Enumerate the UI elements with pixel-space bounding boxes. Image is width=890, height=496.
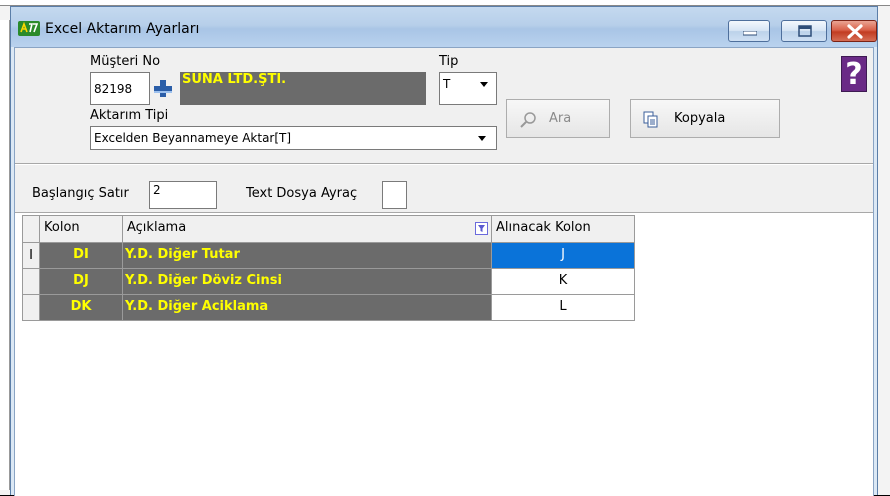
type-label: Tip [439,54,459,69]
maximize-icon [798,25,812,37]
company-name-field: SUNA LTD.ŞTI. [180,72,426,105]
row-1-aciklama[interactable]: Y.D. Diğer Tutar [123,243,492,269]
chevron-down-icon [480,82,488,87]
copy-icon [643,111,658,128]
options-panel: Başlangıç Satır 2 Text Dosya Ayraç [15,165,873,213]
column-mapping-grid: Kolon Açıklama Alınacak Kolon I DI Y.D. … [22,215,635,327]
row-indicator-2 [22,269,40,295]
customer-no-label: Müşteri No [90,54,161,69]
transfer-type-value: Excelden Beyannameye Aktar[T] [94,131,292,145]
transfer-type-select[interactable]: Excelden Beyannameye Aktar[T] [90,126,497,150]
row-3-alinacak-kolon[interactable]: L [492,295,635,321]
row-2-alinacak-kolon[interactable]: K [492,269,635,295]
search-button-label: Ara [549,111,572,126]
app-logo-icon [18,20,40,37]
lookup-icon [154,80,172,97]
help-icon[interactable]: ? [841,56,867,92]
row-1-alinacak-kolon[interactable]: J [492,243,635,269]
chevron-down-icon [478,136,486,141]
grid-corner [22,215,40,243]
dialog-client-area: Müşteri No 82198 SUNA LTD.ŞTI. Tip T Akt… [14,47,874,496]
minimize-icon [743,31,757,36]
row-2-aciklama[interactable]: Y.D. Diğer Döviz Cinsi [123,269,492,295]
copy-button-label: Kopyala [674,111,726,126]
title-bar[interactable]: Excel Aktarım Ayarları [11,7,877,47]
maximize-button[interactable] [781,20,827,42]
start-row-label: Başlangıç Satır [32,186,129,201]
text-separator-input[interactable] [382,181,407,209]
row-3-aciklama[interactable]: Y.D. Diğer Aciklama [123,295,492,321]
row-1-kolon[interactable]: DI [40,243,123,269]
close-icon [847,24,863,39]
customer-lookup-button[interactable] [150,76,176,100]
start-row-input[interactable]: 2 [149,181,217,209]
row-indicator-3 [22,295,40,321]
minimize-button[interactable] [728,20,770,42]
text-separator-label: Text Dosya Ayraç [246,186,358,201]
header-aciklama-label: Açıklama [127,220,187,235]
background-left-pane [0,20,10,490]
customer-no-input[interactable]: 82198 [90,72,150,105]
transfer-type-label: Aktarım Tipi [90,108,169,123]
window-title: Excel Aktarım Ayarları [45,21,200,37]
row-indicator: I [22,243,40,269]
close-button[interactable] [831,20,877,42]
header-aciklama[interactable]: Açıklama [123,215,492,243]
search-icon [520,112,536,128]
settings-panel: Müşteri No 82198 SUNA LTD.ŞTI. Tip T Akt… [15,48,873,164]
header-alinacak-kolon[interactable]: Alınacak Kolon [492,215,635,243]
filter-icon[interactable] [475,222,488,235]
type-select[interactable]: T [439,72,497,105]
excel-transfer-dialog: Excel Aktarım Ayarları Müşteri No 82198 [10,6,878,496]
row-3-kolon[interactable]: DK [40,295,123,321]
copy-button[interactable]: Kopyala [630,99,780,138]
type-value: T [443,77,451,91]
row-2-kolon[interactable]: DJ [40,269,123,295]
search-button[interactable]: Ara [506,99,610,138]
header-kolon[interactable]: Kolon [40,215,123,243]
